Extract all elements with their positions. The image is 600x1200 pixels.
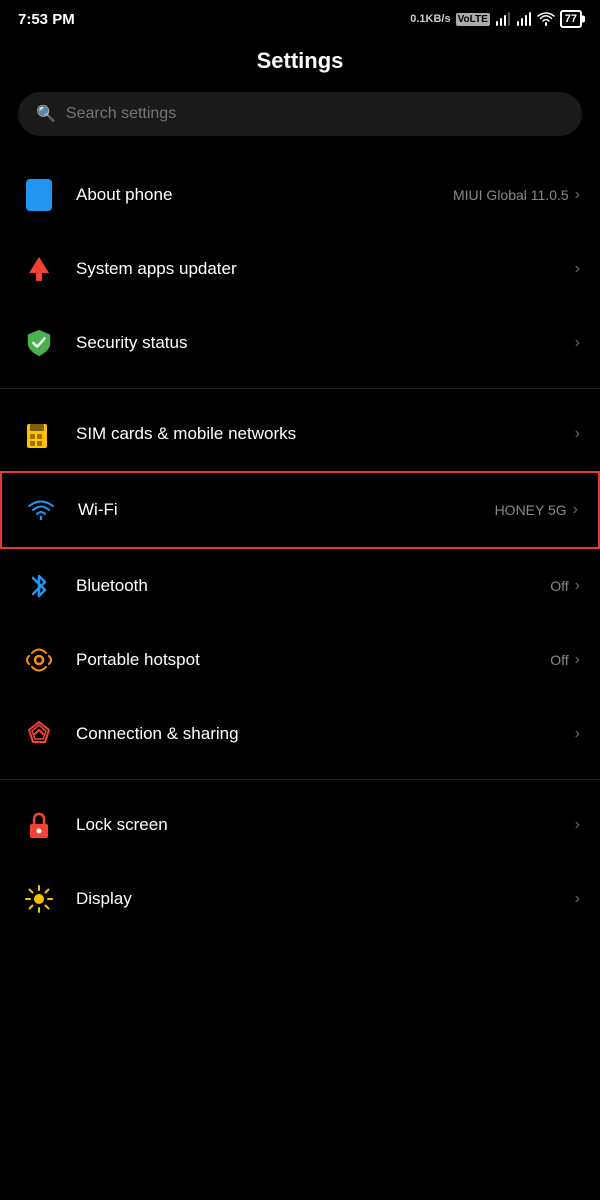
sidebar-item-security-status[interactable]: Security status › — [0, 306, 600, 380]
security-status-label: Security status — [76, 333, 188, 353]
wifi-icon — [22, 491, 60, 529]
system-apps-chevron: › — [575, 260, 580, 278]
sidebar-item-connection-sharing[interactable]: Connection & sharing › — [0, 697, 600, 771]
security-status-content: Security status › — [76, 333, 580, 353]
sim-cards-chevron: › — [575, 425, 580, 443]
about-phone-chevron: › — [575, 186, 580, 204]
page-title: Settings — [0, 34, 600, 92]
battery-indicator: 77 — [560, 10, 582, 28]
system-apps-right: › — [575, 260, 580, 278]
volte-icon: VoLTE — [456, 13, 490, 26]
connection-label: Connection & sharing — [76, 724, 239, 744]
search-bar[interactable]: 🔍 — [18, 92, 582, 136]
bluetooth-chevron: › — [575, 577, 580, 595]
lock-screen-chevron: › — [575, 816, 580, 834]
about-phone-right: MIUI Global 11.0.5 › — [453, 186, 580, 204]
sidebar-item-wifi[interactable]: Wi-Fi HONEY 5G › — [0, 471, 600, 549]
search-input[interactable] — [66, 105, 564, 123]
display-icon — [20, 880, 58, 918]
connection-chevron: › — [575, 725, 580, 743]
status-right: 0.1KB/s VoLTE 77 — [410, 10, 582, 28]
signal-icon-2 — [516, 12, 532, 26]
hotspot-chevron: › — [575, 651, 580, 669]
lock-screen-content: Lock screen › — [76, 815, 580, 835]
security-status-chevron: › — [575, 334, 580, 352]
system-update-icon — [20, 250, 58, 288]
connection-content: Connection & sharing › — [76, 724, 580, 744]
divider-2 — [0, 779, 600, 780]
speed-indicator: 0.1KB/s — [410, 13, 450, 25]
hotspot-content: Portable hotspot Off › — [76, 650, 580, 670]
sim-icon — [20, 415, 58, 453]
sidebar-item-lock-screen[interactable]: Lock screen › — [0, 788, 600, 862]
lock-screen-right: › — [575, 816, 580, 834]
hotspot-subtitle: Off — [550, 652, 568, 668]
phone-icon — [20, 176, 58, 214]
signal-icon-1 — [495, 12, 511, 26]
system-apps-label: System apps updater — [76, 259, 237, 279]
wifi-label: Wi-Fi — [78, 500, 118, 520]
wifi-chevron: › — [573, 501, 578, 519]
connection-right: › — [575, 725, 580, 743]
sidebar-item-system-apps-updater[interactable]: System apps updater › — [0, 232, 600, 306]
display-chevron: › — [575, 890, 580, 908]
sidebar-item-display[interactable]: Display › — [0, 862, 600, 936]
display-label: Display — [76, 889, 132, 909]
settings-list: About phone MIUI Global 11.0.5 › System … — [0, 158, 600, 936]
system-apps-content: System apps updater › — [76, 259, 580, 279]
about-phone-content: About phone MIUI Global 11.0.5 › — [76, 185, 580, 205]
search-icon: 🔍 — [36, 104, 56, 124]
security-status-right: › — [575, 334, 580, 352]
wifi-content: Wi-Fi HONEY 5G › — [78, 500, 578, 520]
wifi-right: HONEY 5G › — [495, 501, 578, 519]
connection-icon — [20, 715, 58, 753]
lock-icon — [20, 806, 58, 844]
sim-cards-content: SIM cards & mobile networks › — [76, 424, 580, 444]
sidebar-item-sim-cards[interactable]: SIM cards & mobile networks › — [0, 397, 600, 471]
about-phone-subtitle: MIUI Global 11.0.5 — [453, 187, 569, 203]
sidebar-item-bluetooth[interactable]: Bluetooth Off › — [0, 549, 600, 623]
wifi-subtitle: HONEY 5G — [495, 502, 567, 518]
sidebar-item-portable-hotspot[interactable]: Portable hotspot Off › — [0, 623, 600, 697]
divider-1 — [0, 388, 600, 389]
bluetooth-icon — [20, 567, 58, 605]
sidebar-item-about-phone[interactable]: About phone MIUI Global 11.0.5 › — [0, 158, 600, 232]
hotspot-icon — [20, 641, 58, 679]
lock-screen-label: Lock screen — [76, 815, 168, 835]
display-content: Display › — [76, 889, 580, 909]
bluetooth-right: Off › — [550, 577, 580, 595]
shield-icon — [20, 324, 58, 362]
bluetooth-content: Bluetooth Off › — [76, 576, 580, 596]
bluetooth-label: Bluetooth — [76, 576, 148, 596]
hotspot-label: Portable hotspot — [76, 650, 200, 670]
hotspot-right: Off › — [550, 651, 580, 669]
status-bar: 7:53 PM 0.1KB/s VoLTE 77 — [0, 0, 600, 34]
display-right: › — [575, 890, 580, 908]
about-phone-label: About phone — [76, 185, 172, 205]
bluetooth-subtitle: Off — [550, 578, 568, 594]
wifi-status-icon — [537, 12, 555, 26]
status-time: 7:53 PM — [18, 11, 75, 28]
sim-cards-label: SIM cards & mobile networks — [76, 424, 296, 444]
sim-cards-right: › — [575, 425, 580, 443]
